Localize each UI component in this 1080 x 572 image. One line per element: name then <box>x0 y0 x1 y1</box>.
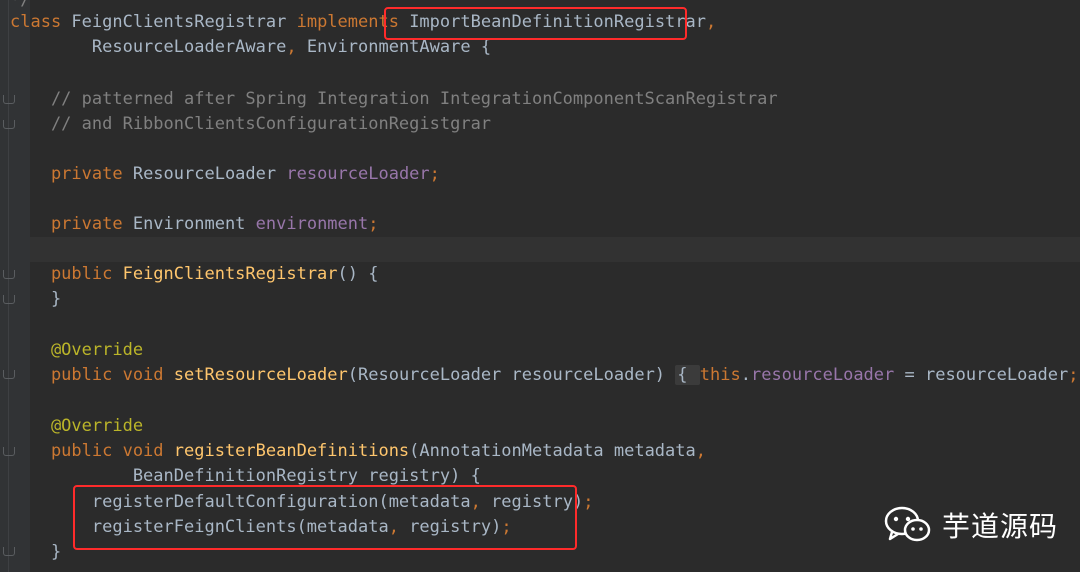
watermark: 芋道源码 <box>884 505 1058 545</box>
code-token: // patterned after Spring Integration In… <box>10 89 778 109</box>
code-token: ; <box>1068 365 1079 385</box>
code-token: private <box>10 214 133 234</box>
code-token: , <box>286 37 307 57</box>
code-token: resourceLoader <box>750 365 895 385</box>
code-line[interactable]: @Override <box>10 338 143 363</box>
code-token: { <box>675 365 700 385</box>
code-token: ResourceLoader <box>132 164 287 184</box>
code-token: resourceLoader <box>286 164 430 184</box>
code-token: // and RibbonClientsConfigurationRegistg… <box>10 114 492 134</box>
code-token: (ResourceLoader resourceLoader) <box>347 365 676 385</box>
code-line[interactable]: public void setResourceLoader(ResourceLo… <box>10 363 1080 388</box>
highlight-box-interface <box>384 7 687 40</box>
watermark-text: 芋道源码 <box>942 510 1059 543</box>
code-token: public <box>10 264 123 284</box>
code-token: ; <box>429 164 440 184</box>
code-token: ResourceLoaderAware <box>10 37 287 57</box>
code-token: environment <box>255 214 369 234</box>
code-token: registerBeanDefinitions <box>173 441 410 461</box>
code-token: BeanDefinitionRegistry registry) { <box>10 466 481 486</box>
code-token: public void <box>10 365 174 385</box>
code-token: FeignClientsRegistrar <box>71 12 297 32</box>
code-token: class <box>10 12 72 32</box>
code-token: FeignClientsRegistrar <box>122 264 338 284</box>
code-token: () { <box>337 264 379 284</box>
code-token: . <box>740 365 751 385</box>
code-line[interactable]: @Override <box>10 414 143 439</box>
code-token: } <box>10 289 62 309</box>
code-token: EnvironmentAware { <box>306 37 492 57</box>
code-token: ; <box>368 214 379 234</box>
code-line[interactable]: // patterned after Spring Integration In… <box>10 87 778 112</box>
gutter-separator <box>8 0 9 572</box>
code-line[interactable]: private Environment environment; <box>10 212 379 237</box>
code-token: @Override <box>10 416 144 436</box>
code-token: Environment <box>132 214 256 234</box>
code-token: setResourceLoader <box>173 365 348 385</box>
code-token: private <box>10 164 133 184</box>
code-token: this <box>699 365 741 385</box>
code-token: (AnnotationMetadata metadata <box>409 441 696 461</box>
code-token: @Override <box>10 340 144 360</box>
code-token: public void <box>10 441 174 461</box>
code-token: , <box>695 441 706 461</box>
code-line[interactable]: public void registerBeanDefinitions(Anno… <box>10 439 706 464</box>
code-token: } <box>10 542 62 562</box>
code-token: */ <box>10 0 31 10</box>
current-line-highlight <box>30 237 1080 262</box>
code-line[interactable]: public FeignClientsRegistrar() { <box>10 262 379 287</box>
code-token: = resourceLoader <box>894 365 1069 385</box>
code-line[interactable]: } <box>10 287 61 312</box>
code-line[interactable]: private ResourceLoader resourceLoader; <box>10 162 440 187</box>
code-token: , <box>706 12 717 32</box>
code-line[interactable]: // and RibbonClientsConfigurationRegistg… <box>10 112 491 137</box>
code-token: ; <box>583 492 594 512</box>
wechat-icon <box>884 506 931 542</box>
highlight-box-register-calls <box>73 485 577 550</box>
code-line[interactable]: } <box>10 540 61 565</box>
